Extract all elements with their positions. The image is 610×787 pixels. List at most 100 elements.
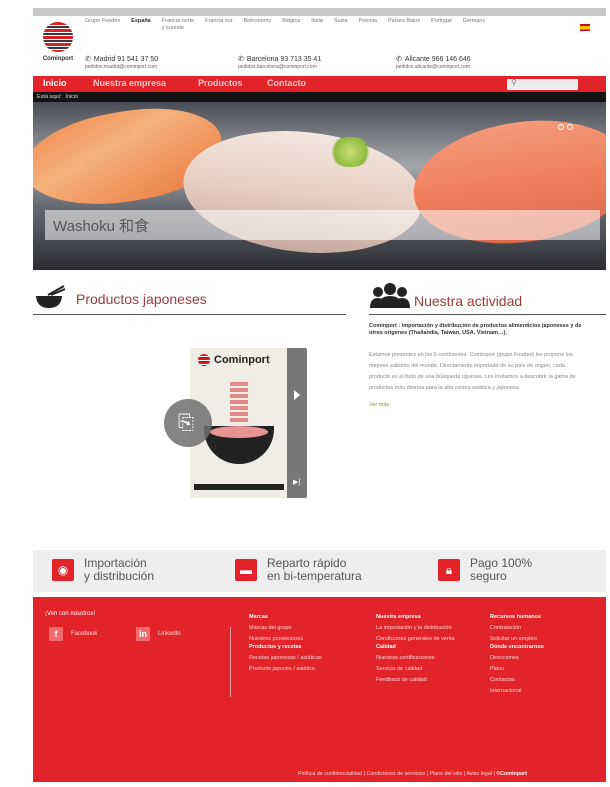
next-page-icon[interactable] <box>294 390 300 400</box>
nav-item-productos[interactable]: Productos <box>198 78 243 88</box>
group-link-belgica[interactable]: Bélgica <box>282 18 300 32</box>
phone-icon: ✆ <box>85 56 91 63</box>
legal-link[interactable]: Condiciones de servicios <box>367 771 426 777</box>
footer-link[interactable]: Nuestras certificaciones <box>376 653 434 664</box>
group-link-germany[interactable]: Germany <box>463 18 486 32</box>
office-alicante: ✆ Alicante 966 146 646 pedidos.alicante@c… <box>396 55 471 71</box>
office-madrid: ✆ Madrid 91 541 37 50 pedidos.madrid@comi… <box>85 55 159 71</box>
footer-link[interactable]: Producto japonés / asiático <box>249 664 322 675</box>
group-link-polonia[interactable]: Polonia <box>359 18 377 32</box>
footer-col-head[interactable]: Dónde encontrarnos <box>490 642 544 653</box>
social-label: Facebook <box>71 631 98 637</box>
group-link-bistronomy[interactable]: Bistronomy <box>244 18 272 32</box>
footer-link[interactable]: Plano <box>490 664 544 675</box>
footer-col-calidad: Calidad Nuestras certificaciones Servici… <box>376 642 434 686</box>
footer-link[interactable]: Internacional <box>490 686 544 697</box>
site-logo[interactable]: Cominport <box>38 22 78 68</box>
social-label: LinkedIn <box>158 631 181 637</box>
section-title-productos: Productos japoneses <box>76 291 207 307</box>
social-linkedin[interactable]: in LinkedIn <box>136 627 181 641</box>
phone-icon: ✆ <box>238 56 244 63</box>
activity-body: Estamos presentes en los 5 continentes. … <box>369 352 576 391</box>
footer-link[interactable]: Contactos <box>490 675 544 686</box>
linkedin-icon: in <box>136 627 150 641</box>
group-link-francia-norte[interactable]: Francia norte y sureste <box>162 18 194 32</box>
group-link-espana[interactable]: España <box>131 18 151 32</box>
breadcrumb-prefix: Está aquí: <box>37 94 62 100</box>
spain-flag-icon[interactable] <box>580 24 590 31</box>
footer-col-marcas: Marcas Marcas del grupo Nuestros proveed… <box>249 612 303 645</box>
footer-link[interactable]: La importación y la distribución <box>376 623 455 634</box>
legal-link[interactable]: Política de confidencialidad <box>298 771 362 777</box>
feature-import: ◉ Importación y distribución <box>52 557 154 583</box>
people-icon <box>370 283 410 308</box>
group-link-portugal[interactable]: Portugal <box>431 18 452 32</box>
footer-col-rrhh: Recursos humanos Contratación Solicitar … <box>490 612 541 645</box>
search-input[interactable]: ⚲ <box>507 78 578 90</box>
group-link-foodex[interactable]: Grupo Foodex <box>85 18 120 32</box>
catalog-logo: Cominport <box>198 354 270 366</box>
footer-link[interactable]: Feedback de calidad <box>376 675 434 686</box>
group-link-suiza[interactable]: Suiza <box>334 18 348 32</box>
feature-line: en bi-temperatura <box>267 569 362 583</box>
hero-caption-text: Washoku 和食 <box>53 218 150 235</box>
footer-col-head[interactable]: Productos y recetas <box>249 642 322 653</box>
office-phone: Madrid 91 541 37 50 <box>93 55 159 63</box>
lock-icon: 🔒︎ <box>438 559 460 581</box>
footer-legal-links: Política de confidencialidad | Condicion… <box>298 771 528 777</box>
feature-line: y distribución <box>84 569 155 583</box>
legal-link[interactable]: Plano del sitio <box>429 771 462 777</box>
site-footer: ¡Ven con nosotros! f Facebook in LinkedI… <box>33 597 606 782</box>
main-nav: Inicio Nuestra empresa Productos Contact… <box>33 76 606 92</box>
footer-link[interactable]: Direcciones <box>490 653 544 664</box>
facebook-icon: f <box>49 627 63 641</box>
footer-link[interactable]: Contratación <box>490 623 541 634</box>
group-sites-nav: Grupo Foodex España Francia norte y sure… <box>85 18 496 32</box>
features-bar: ◉ Importación y distribución ▬ Reparto rá… <box>33 550 606 592</box>
footer-link[interactable]: Servicio de calidad <box>376 664 434 675</box>
social-facebook[interactable]: f Facebook <box>49 627 97 641</box>
nav-item-contacto[interactable]: Contacto <box>267 78 306 88</box>
footer-col-head[interactable]: Recursos humanos <box>490 612 541 623</box>
group-link-paises-bajos[interactable]: Países Bajos <box>388 18 420 32</box>
hero-image-garnish <box>328 137 373 167</box>
office-phone: Barcelona 93 713 35 41 <box>246 55 322 63</box>
logo-text: Cominport <box>42 56 74 62</box>
office-email[interactable]: pedidos.madrid@cominport.com <box>85 64 158 70</box>
search-icon[interactable]: ⚲ <box>511 78 517 87</box>
breadcrumb-current[interactable]: Inicio <box>65 94 78 100</box>
hero-caption: Washoku 和食 <box>45 210 600 240</box>
office-email[interactable]: pedidos.barcelona@cominport.com <box>238 64 321 70</box>
office-phone: Alicante 966 146 646 <box>404 55 471 63</box>
office-barcelona: ✆ Barcelona 93 713 35 41 pedidos.barcelon… <box>238 55 322 71</box>
nav-item-inicio[interactable]: Inicio <box>43 78 67 88</box>
group-link-italia[interactable]: Italia <box>311 18 323 32</box>
section-title-actividad: Nuestra actividad <box>414 293 523 309</box>
footer-col-head[interactable]: Nuestra empresa <box>376 612 455 623</box>
open-catalog-button[interactable]: ⎘ <box>164 399 212 447</box>
slider-dot[interactable] <box>567 124 573 130</box>
truck-icon: ▬ <box>235 559 257 581</box>
group-link-francia-sur[interactable]: Francia sur <box>205 18 233 32</box>
footer-col-head[interactable]: Calidad <box>376 642 434 653</box>
footer-col-head[interactable]: Marcas <box>249 612 303 623</box>
footer-link[interactable]: Marcas del grupo <box>249 623 303 634</box>
footer-col-empresa: Nuestra empresa La importación y la dist… <box>376 612 455 645</box>
footer-join-title: ¡Ven con nosotros! <box>45 611 96 617</box>
ramen-bowl-illustration <box>204 426 274 464</box>
legal-link[interactable]: Aviso legal <box>466 771 492 777</box>
catalog-illustration <box>230 382 248 422</box>
slider-dots <box>558 124 576 130</box>
footer-link[interactable]: Recetas japonesas / asiáticas <box>249 653 322 664</box>
breadcrumb: Está aquí: Inicio <box>33 92 606 102</box>
read-more-link[interactable]: Ver más <box>369 402 389 408</box>
last-page-icon[interactable]: ▶| <box>293 478 300 486</box>
hero-slider[interactable]: Washoku 和食 <box>33 102 606 270</box>
bowl-chopsticks-icon <box>36 285 66 308</box>
nav-item-empresa[interactable]: Nuestra empresa <box>93 78 166 88</box>
catalog-brand: Cominport <box>214 354 270 366</box>
slider-dot[interactable] <box>558 124 564 130</box>
phone-icon: ✆ <box>396 56 402 63</box>
office-email[interactable]: pedidos.alicante@cominport.com <box>396 64 471 70</box>
copyright-text: ©Cominport <box>496 771 528 777</box>
